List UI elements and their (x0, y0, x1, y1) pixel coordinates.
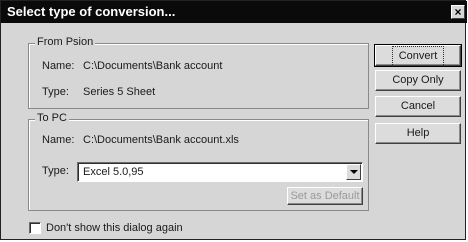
to-pc-group-label: To PC (35, 112, 69, 124)
cancel-label: Cancel (400, 100, 436, 112)
convert-button[interactable]: Convert (374, 44, 462, 67)
chevron-down-icon[interactable] (346, 164, 361, 180)
cancel-button[interactable]: Cancel (375, 96, 461, 117)
close-icon[interactable]: × (451, 5, 465, 19)
convert-label: Convert (391, 46, 445, 67)
from-name-label: Name: (42, 60, 75, 72)
to-name-value: C:\Documents\Bank account.xls (83, 134, 239, 146)
from-psion-group-label: From Psion (35, 36, 96, 48)
help-label: Help (406, 127, 430, 139)
output-type-select[interactable]: Excel 5.0,95 (77, 162, 363, 182)
from-type-label: Type: (42, 86, 69, 98)
from-name-value: C:\Documents\Bank account (83, 60, 223, 72)
conversion-dialog: Select type of conversion... × From Psio… (0, 0, 467, 240)
dont-show-again-checkbox[interactable] (29, 222, 41, 234)
copy-only-button[interactable]: Copy Only (375, 70, 461, 91)
copy-only-label: Copy Only (392, 74, 444, 86)
to-type-label: Type: (42, 165, 69, 177)
title-bar: Select type of conversion... × (1, 1, 467, 23)
from-type-value: Series 5 Sheet (83, 86, 156, 98)
window-title: Select type of conversion... (7, 4, 176, 19)
set-as-default-label: Set as Default (290, 190, 360, 202)
output-type-selected-value: Excel 5.0,95 (83, 166, 144, 178)
help-button[interactable]: Help (375, 123, 461, 144)
from-psion-group: From Psion (28, 36, 369, 109)
dont-show-again-label[interactable]: Don't show this dialog again (46, 222, 183, 234)
set-as-default-button[interactable]: Set as Default (287, 187, 363, 205)
to-name-label: Name: (42, 134, 75, 146)
